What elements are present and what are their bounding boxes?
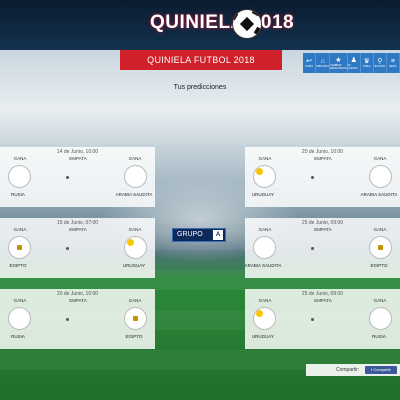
share-button-label: Compartir	[373, 367, 391, 372]
toolbar-button-back[interactable]: ↩ ATRÁS	[303, 53, 317, 73]
toolbar-button-label: PRINCIPAL	[316, 65, 330, 68]
win-away-header: GANA	[128, 156, 142, 161]
win-home-header: GANA	[13, 156, 27, 161]
toolbar-button-label: BUSCAR	[374, 65, 386, 68]
team-flag-sa-icon[interactable]	[124, 165, 147, 188]
home-team-name: EGIPTO	[9, 263, 27, 268]
match-date: 15 de Junio, 07:00	[56, 220, 99, 226]
away-team-name: RUSIA	[372, 334, 386, 339]
draw-select-dot[interactable]	[311, 247, 314, 250]
away-team-name: ARABIA SAUDITA	[115, 192, 153, 197]
away-team-name: URUGUAY	[122, 263, 146, 268]
group-letter: A	[213, 230, 223, 240]
team-flag-sa-icon[interactable]	[253, 236, 276, 259]
app-logo-text: QUINIELA 2018	[150, 12, 295, 33]
home-team-name: RUSIA	[11, 334, 25, 339]
match-card: 20 de Junio, 10:00 GANA EMPATA GANA RUSIA EGI…	[0, 289, 155, 349]
home-team-name: URUGUAY	[251, 334, 275, 339]
team-flag-ru-icon[interactable]	[8, 165, 31, 188]
draw-header: EMPATA	[314, 227, 332, 232]
toolbar-button-label: CAMBIAR RESULTADOS	[330, 63, 347, 70]
group-label: GRUPO	[177, 231, 203, 238]
match-card: 14 de Junio, 10:00 GANA EMPATA GANA RUSIA ARA…	[0, 147, 155, 207]
match-date: 20 de Junio, 10:00	[301, 149, 344, 155]
team-flag-sa-icon[interactable]	[369, 165, 392, 188]
match-card: 25 de Junio, 09:00 GANA EMPATA GANA URUGUAY R…	[245, 289, 400, 349]
draw-select-dot[interactable]	[66, 318, 69, 321]
home-team-name: URUGUAY	[251, 192, 275, 197]
draw-select-dot[interactable]	[66, 176, 69, 179]
toolbar-button-label: ATRÁS	[304, 65, 314, 68]
team-flag-uy-icon[interactable]	[253, 165, 276, 188]
team-flag-eg-icon[interactable]	[124, 307, 147, 330]
match-date: 25 de Junio, 09:00	[301, 291, 344, 297]
toolbar-button-user[interactable]: ♟ MI CUENTA	[348, 53, 361, 73]
share-label: Compartir:	[336, 367, 360, 373]
match-date: 14 de Junio, 10:00	[56, 149, 99, 155]
match-date: 25 de Junio, 09:00	[301, 220, 344, 226]
draw-select-dot[interactable]	[311, 318, 314, 321]
toolbar-button-trophy[interactable]: ♛ TABLA	[361, 53, 374, 73]
home-team-name: ARABIA SAUDITA	[244, 263, 282, 268]
away-team-name: EGIPTO	[125, 334, 143, 339]
toolbar-button-label: MENÚ	[389, 65, 397, 68]
home-team-name: RUSIA	[11, 192, 25, 197]
trophy-icon: ♛	[363, 58, 370, 65]
win-home-header: GANA	[13, 227, 27, 232]
win-home-header: GANA	[13, 298, 27, 303]
search-icon: ⚲	[377, 58, 383, 65]
share-bar: Compartir: f Compartir	[306, 364, 400, 376]
team-flag-eg-icon[interactable]	[8, 236, 31, 259]
app-header: QUINIELA 2018	[0, 0, 400, 50]
team-flag-ru-icon[interactable]	[369, 307, 392, 330]
win-home-header: GANA	[258, 298, 272, 303]
win-away-header: GANA	[128, 298, 142, 303]
facebook-share-button[interactable]: f Compartir	[365, 366, 397, 374]
group-selector[interactable]: GRUPO A	[172, 228, 226, 242]
match-date: 20 de Junio, 10:00	[56, 291, 99, 297]
team-flag-ru-icon[interactable]	[8, 307, 31, 330]
menu-icon: ≡	[390, 58, 395, 65]
draw-header: EMPATA	[69, 227, 87, 232]
predictions-heading: Tus predicciones	[173, 84, 227, 91]
win-away-header: GANA	[373, 298, 387, 303]
win-away-header: GANA	[128, 227, 142, 232]
draw-header: EMPATA	[69, 156, 87, 161]
toolbar-button-label: MI CUENTA	[347, 63, 358, 70]
toolbar-button-menu[interactable]: ≡ MENÚ	[387, 53, 400, 73]
draw-select-dot[interactable]	[311, 176, 314, 179]
match-card: 15 de Junio, 07:00 GANA EMPATA GANA EGIPTO UR…	[0, 218, 155, 278]
user-icon: ♟	[350, 56, 357, 64]
soccer-ball-icon	[232, 9, 262, 39]
match-card: 20 de Junio, 10:00 GANA EMPATA GANA URUGUAY A…	[245, 147, 400, 207]
draw-header: EMPATA	[69, 298, 87, 303]
team-flag-uy-icon[interactable]	[124, 236, 147, 259]
star-icon: ★	[335, 56, 342, 64]
win-home-header: GANA	[258, 156, 272, 161]
away-team-name: EGIPTO	[370, 263, 388, 268]
win-away-header: GANA	[373, 227, 387, 232]
toolbar: ↩ ATRÁS ⌂ PRINCIPAL ★ CAMBIAR RESULTADOS ♟ MI C…	[303, 53, 400, 73]
draw-select-dot[interactable]	[66, 247, 69, 250]
draw-header: EMPATA	[314, 298, 332, 303]
draw-header: EMPATA	[314, 156, 332, 161]
match-card: 25 de Junio, 09:00 GANA EMPATA GANA ARABIA S…	[245, 218, 400, 278]
win-away-header: GANA	[373, 156, 387, 161]
team-flag-uy-icon[interactable]	[253, 307, 276, 330]
away-team-name: ARABIA SAUDITA	[360, 192, 398, 197]
toolbar-button-star[interactable]: ★ CAMBIAR RESULTADOS	[330, 53, 348, 73]
home-icon: ⌂	[320, 58, 325, 65]
win-home-header: GANA	[258, 227, 272, 232]
toolbar-button-home[interactable]: ⌂ PRINCIPAL	[316, 53, 331, 73]
toolbar-button-label: TABLA	[362, 65, 371, 68]
back-icon: ↩	[306, 58, 312, 65]
toolbar-button-search[interactable]: ⚲ BUSCAR	[374, 53, 387, 73]
team-flag-eg-icon[interactable]	[369, 236, 392, 259]
page-title: QUINIELA FUTBOL 2018	[120, 50, 282, 70]
